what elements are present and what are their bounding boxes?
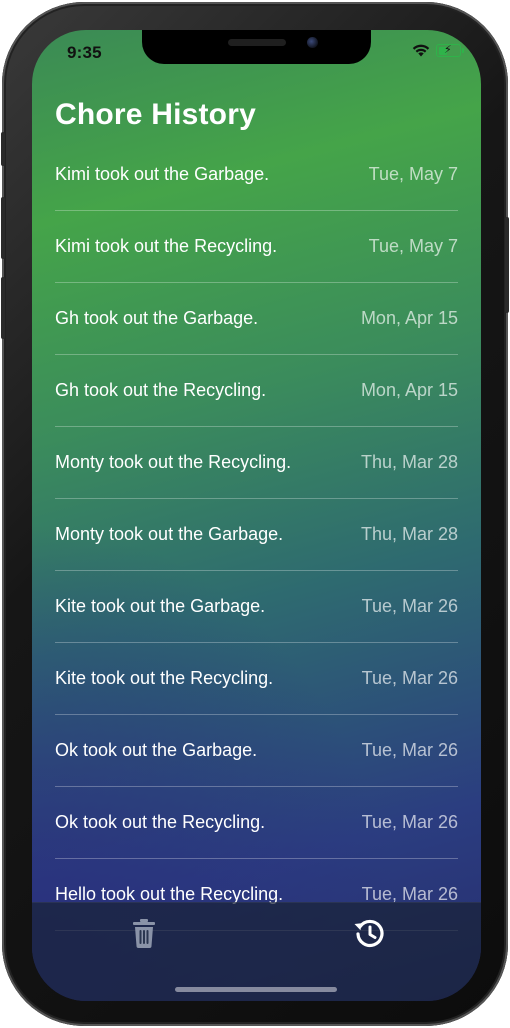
history-entry-date: Mon, Apr 15 (360, 380, 458, 400)
history-entry-date: Thu, Mar 28 (360, 452, 458, 472)
list-item[interactable]: Kimi took out the Garbage. Tue, May 7 (55, 139, 458, 211)
chore-history-list[interactable]: Kimi took out the Garbage. Tue, May 7 Ki… (55, 139, 458, 931)
list-item[interactable]: Monty took out the Recycling. Thu, Mar 2… (55, 427, 458, 499)
tab-trash[interactable] (124, 917, 164, 953)
history-entry-text: Ok took out the Recycling. (55, 812, 266, 832)
list-item[interactable]: Kite took out the Garbage. Tue, Mar 26 (55, 571, 458, 643)
notch (142, 30, 371, 64)
history-entry-date: Tue, May 7 (368, 164, 458, 184)
tab-history[interactable] (349, 917, 389, 953)
tab-bar (32, 902, 481, 1001)
volume-up-button (1, 197, 5, 259)
history-entry-date: Thu, Mar 28 (360, 524, 458, 544)
list-item[interactable]: Gh took out the Recycling. Mon, Apr 15 (55, 355, 458, 427)
list-item[interactable]: Kite took out the Recycling. Tue, Mar 26 (55, 643, 458, 715)
history-entry-text: Gh took out the Garbage. (55, 308, 259, 328)
history-entry-text: Kimi took out the Recycling. (55, 236, 278, 256)
page-title: Chore History (55, 98, 256, 131)
earpiece-speaker (228, 39, 286, 46)
list-item[interactable]: Monty took out the Garbage. Thu, Mar 28 (55, 499, 458, 571)
history-entry-text: Kite took out the Garbage. (55, 596, 266, 616)
mute-switch (1, 132, 5, 166)
list-item[interactable]: Ok took out the Garbage. Tue, Mar 26 (55, 715, 458, 787)
history-entry-text: Monty took out the Recycling. (55, 452, 292, 472)
phone-frame: 9:35 ⚡ Chore History Kimi took out the G… (1, 2, 509, 1026)
front-camera (307, 37, 318, 48)
list-item[interactable]: Kimi took out the Recycling. Tue, May 7 (55, 211, 458, 283)
volume-down-button (1, 277, 5, 339)
history-entry-date: Tue, Mar 26 (361, 812, 458, 832)
history-entry-date: Tue, May 7 (368, 236, 458, 256)
app-screen: 9:35 ⚡ Chore History Kimi took out the G… (32, 30, 481, 1001)
power-button (505, 217, 509, 313)
status-time: 9:35 (67, 43, 102, 62)
battery-icon: ⚡ (436, 44, 464, 57)
history-entry-text: Gh took out the Recycling. (55, 380, 267, 400)
wifi-icon (412, 44, 430, 57)
list-item[interactable]: Ok took out the Recycling. Tue, Mar 26 (55, 787, 458, 859)
home-indicator[interactable] (175, 987, 337, 992)
history-entry-date: Tue, Mar 26 (361, 740, 458, 760)
history-entry-date: Tue, Mar 26 (361, 596, 458, 616)
history-icon (352, 917, 386, 954)
history-entry-text: Monty took out the Garbage. (55, 524, 284, 544)
history-entry-text: Kimi took out the Garbage. (55, 164, 270, 184)
history-entry-text: Kite took out the Recycling. (55, 668, 274, 688)
trash-icon (132, 918, 156, 953)
status-icons: ⚡ (412, 44, 464, 57)
list-item[interactable]: Gh took out the Garbage. Mon, Apr 15 (55, 283, 458, 355)
charging-bolt-icon: ⚡ (444, 44, 452, 56)
history-entry-text: Ok took out the Garbage. (55, 740, 258, 760)
history-entry-date: Mon, Apr 15 (360, 308, 458, 328)
history-entry-date: Tue, Mar 26 (361, 668, 458, 688)
